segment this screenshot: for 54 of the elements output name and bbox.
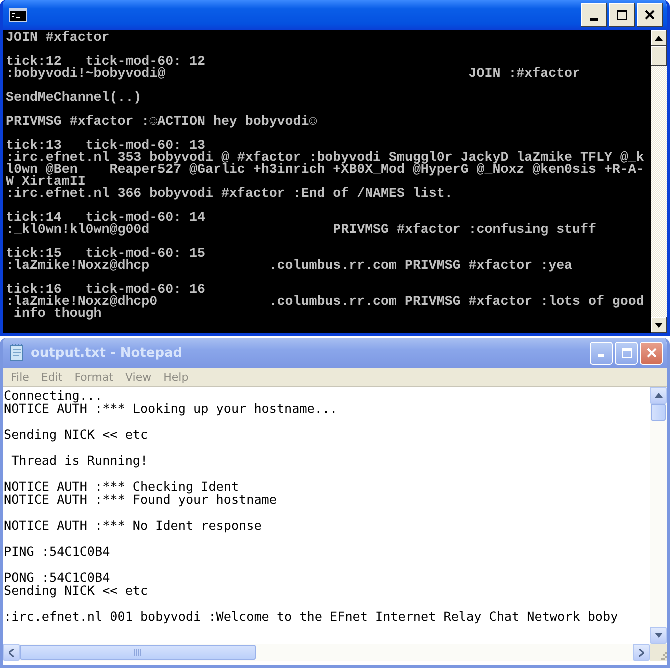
minimize-button[interactable] bbox=[581, 3, 607, 27]
up-arrow-icon bbox=[654, 393, 662, 398]
text-line: :irc.efnet.nl 353 bobyvodi @ #xfactor :bobyvodi Smuggl0r JackyD laZmike TFLY @_k bbox=[6, 152, 646, 164]
notepad-icon bbox=[9, 344, 25, 362]
text-line: NOTICE AUTH :*** No Ident response bbox=[4, 519, 263, 532]
text-line: tick:14 tick-mod-60: 14 bbox=[6, 212, 206, 224]
text-line: :_kl0wn!kl0wn@g00d PRIVMSG #xfactor :confusing stuff bbox=[6, 224, 598, 236]
close-icon bbox=[645, 10, 655, 20]
scroll-right-button[interactable] bbox=[633, 644, 650, 661]
text-line: NOTICE AUTH :*** Checking Ident bbox=[4, 480, 240, 493]
vertical-scrollbar[interactable] bbox=[650, 387, 667, 644]
menu-item[interactable]: Format bbox=[68, 370, 120, 384]
text-line: l0wn @Ben Reaper527 @Garlic +h3inrich +XB0X_Mod @HyperG @_Noxz @ken0sis +R-A- bbox=[6, 164, 646, 176]
text-line: NOTICE AUTH :*** Found your hostname bbox=[4, 493, 278, 506]
text-line: PRIVMSG #xfactor :☺ACTION hey bobyvodi☺ bbox=[6, 116, 318, 128]
text-line: tick:16 tick-mod-60: 16 bbox=[6, 284, 206, 296]
maximize-button[interactable] bbox=[609, 3, 635, 27]
menu-item[interactable]: View bbox=[120, 370, 158, 384]
text-line: :irc.efnet.nl 001 bobyvodi :Welcome to the EFnet Internet Relay Chat Network boby bbox=[4, 610, 620, 623]
minimize-icon bbox=[590, 18, 598, 20]
menu-item[interactable]: Edit bbox=[35, 370, 69, 384]
text-line: tick:15 tick-mod-60: 15 bbox=[6, 248, 206, 260]
text-line: tick:12 tick-mod-60: 12 bbox=[6, 56, 206, 68]
text-line: PING :54C1C0B4 bbox=[4, 545, 112, 558]
scroll-thumb[interactable] bbox=[651, 404, 666, 421]
up-arrow-icon bbox=[655, 36, 663, 40]
close-icon bbox=[646, 348, 656, 358]
grip-icon bbox=[134, 649, 142, 656]
horizontal-scroll-thumb[interactable] bbox=[20, 645, 256, 660]
text-line: info though bbox=[14, 308, 102, 320]
close-button[interactable] bbox=[637, 3, 663, 27]
text-line: tick:13 tick-mod-60: 13 bbox=[6, 140, 206, 152]
menu-item[interactable]: File bbox=[5, 370, 36, 384]
text-line: Sending NICK << etc bbox=[4, 584, 150, 597]
text-line: Thread is Running! bbox=[10, 454, 150, 467]
window-title: output.txt - Notepad bbox=[31, 346, 184, 360]
maximize-icon bbox=[616, 9, 628, 21]
text-line: :bobyvodi!~bobyvodi@ JOIN :#xfactor bbox=[6, 68, 582, 80]
text-line: :laZmike!Noxz@dhcp .columbus.rr.com PRIVMSG #xfactor :yea bbox=[6, 260, 574, 272]
text-line: :laZmike!Noxz@dhcp0 .columbus.rr.com PRIVMSG #xfactor :lots of good bbox=[6, 296, 646, 308]
down-arrow-icon bbox=[654, 633, 662, 638]
down-arrow-icon bbox=[655, 322, 663, 328]
text-line: Sending NICK << etc bbox=[4, 428, 150, 441]
text-line: SendMeChannel(..) bbox=[6, 92, 143, 104]
console-icon bbox=[9, 8, 27, 22]
text-line: NOTICE AUTH :*** Looking up your hostname... bbox=[4, 402, 339, 415]
text-line: Connecting... bbox=[4, 389, 104, 402]
text-line: PONG :54C1C0B4 bbox=[4, 571, 112, 584]
text-line: W XirtamII bbox=[6, 176, 86, 188]
scroll-left-button[interactable] bbox=[3, 644, 20, 661]
menu-item[interactable]: Help bbox=[158, 370, 195, 384]
maximize-icon bbox=[620, 347, 632, 359]
text-line: JOIN #xfactor bbox=[6, 32, 111, 44]
text-line: :irc.efnet.nl 366 bobyvodi #xfactor :End of /NAMES list. bbox=[6, 188, 454, 200]
